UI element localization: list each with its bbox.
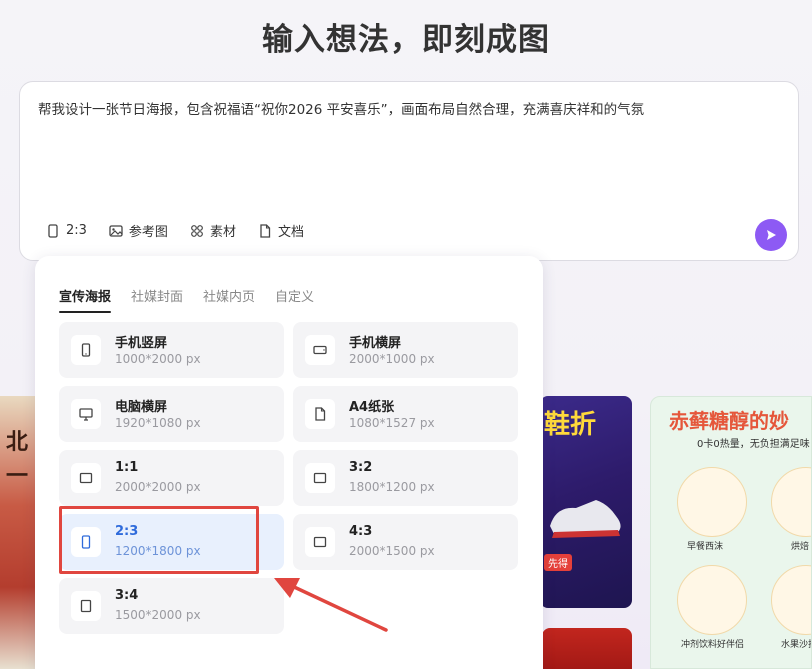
reference-image-button[interactable]: 参考图 <box>109 221 168 240</box>
prompt-card[interactable]: 帮我设计一张节日海报，包含祝福语“祝你2026 平安喜乐”，画面布局自然合理，充… <box>19 81 799 261</box>
food-item <box>677 467 747 537</box>
option-4-3[interactable]: 4:3 2000*1500 px <box>293 514 518 570</box>
option-desktop[interactable]: 电脑横屏 1920*1080 px <box>59 386 284 442</box>
monitor-icon <box>71 399 101 429</box>
ratio-dropdown: 宣传海报 社媒封面 社媒内页 自定义 手机竖屏 1000*2000 px 手机横… <box>35 256 543 669</box>
option-dimensions: 1200*1800 px <box>115 544 201 558</box>
page-title: 输入想法，即刻成图 <box>262 22 550 58</box>
option-name: 2:3 <box>115 524 139 539</box>
document-icon <box>305 399 335 429</box>
option-name: 电脑横屏 <box>115 400 168 415</box>
shoe-tag: 先得 <box>544 554 572 571</box>
reference-label: 参考图 <box>128 225 168 240</box>
option-a4[interactable]: A4纸张 1080*1527 px <box>293 386 518 442</box>
option-dimensions: 1000*2000 px <box>115 352 201 366</box>
document-icon <box>260 223 271 238</box>
ratio-rect-icon <box>305 463 335 493</box>
tab-custom[interactable]: 自定义 <box>275 286 314 313</box>
prompt-toolbar: 2:3 参考图 素材 文档 <box>46 221 304 240</box>
food-item <box>677 565 747 635</box>
ratio-tabs: 宣传海报 社媒封面 社媒内页 自定义 <box>59 286 314 313</box>
shoe-headline: 鞋折 <box>544 410 597 440</box>
option-dimensions: 1800*1200 px <box>349 480 435 494</box>
image-icon <box>109 224 123 237</box>
phone-landscape-icon <box>305 335 335 365</box>
document-label: 文档 <box>277 225 304 240</box>
ratio-label: 2:3 <box>66 223 87 238</box>
food-label: 水果沙拉 <box>781 640 811 650</box>
phone-portrait-icon <box>48 223 58 238</box>
send-icon <box>767 230 776 240</box>
option-dimensions: 2000*1500 px <box>349 544 435 558</box>
tab-social-cover[interactable]: 社媒封面 <box>131 286 183 313</box>
gallery-char: 一 <box>6 464 29 489</box>
option-dimensions: 2000*1000 px <box>349 352 435 366</box>
grid-icon <box>191 224 203 237</box>
food-label: 烘焙 <box>791 542 810 552</box>
gallery-card-beijing[interactable]: 北 一 <box>0 396 40 669</box>
option-dimensions: 1920*1080 px <box>115 416 201 430</box>
shoe-image <box>550 500 621 538</box>
gallery-char: 北 <box>6 430 29 455</box>
option-name: 手机横屏 <box>349 336 402 351</box>
prompt-input[interactable]: 帮我设计一张节日海报，包含祝福语“祝你2026 平安喜乐”，画面布局自然合理，充… <box>38 100 778 120</box>
tab-social-inner[interactable]: 社媒内页 <box>203 286 255 313</box>
ratio-portrait-icon <box>71 527 101 557</box>
ratio-button[interactable]: 2:3 <box>46 223 87 238</box>
send-button[interactable] <box>755 219 787 251</box>
option-3-4[interactable]: 3:4 1500*2000 px <box>59 578 284 634</box>
food-title: 赤藓糖醇的妙 <box>669 409 789 433</box>
gallery-card-shoe[interactable]: 鞋折 先得 <box>540 396 632 608</box>
option-2-3[interactable]: 2:3 1200*1800 px <box>59 514 284 570</box>
option-name: 3:2 <box>349 460 373 475</box>
phone-portrait-icon <box>71 335 101 365</box>
gallery-card-lantern[interactable] <box>542 628 632 669</box>
option-name: 手机竖屏 <box>115 336 168 351</box>
food-item <box>771 467 811 537</box>
option-phone-portrait[interactable]: 手机竖屏 1000*2000 px <box>59 322 284 378</box>
gallery-card-food[interactable]: 赤藓糖醇的妙 0卡0热量，无负担满足味 早餐西沫 烘焙 冲剂饮料好伴侣 水果沙拉 <box>650 396 812 669</box>
option-dimensions: 1500*2000 px <box>115 608 201 622</box>
food-subtitle: 0卡0热量，无负担满足味 <box>697 439 810 450</box>
document-button[interactable]: 文档 <box>258 221 304 240</box>
ratio-rect-icon <box>71 591 101 621</box>
option-3-2[interactable]: 3:2 1800*1200 px <box>293 450 518 506</box>
tab-poster[interactable]: 宣传海报 <box>59 286 112 313</box>
option-name: 4:3 <box>349 524 373 539</box>
food-label: 早餐西沫 <box>687 542 724 552</box>
option-name: A4纸张 <box>349 400 395 415</box>
option-name: 1:1 <box>115 460 139 475</box>
food-label: 冲剂饮料好伴侣 <box>681 640 745 650</box>
food-item <box>771 565 811 635</box>
ratio-rect-icon <box>71 463 101 493</box>
ratio-rect-icon <box>305 527 335 557</box>
material-button[interactable]: 素材 <box>190 221 236 240</box>
material-label: 素材 <box>209 225 236 240</box>
option-dimensions: 2000*2000 px <box>115 480 201 494</box>
option-dimensions: 1080*1527 px <box>349 416 435 430</box>
option-1-1[interactable]: 1:1 2000*2000 px <box>59 450 284 506</box>
option-name: 3:4 <box>115 588 139 603</box>
option-phone-landscape[interactable]: 手机横屏 2000*1000 px <box>293 322 518 378</box>
